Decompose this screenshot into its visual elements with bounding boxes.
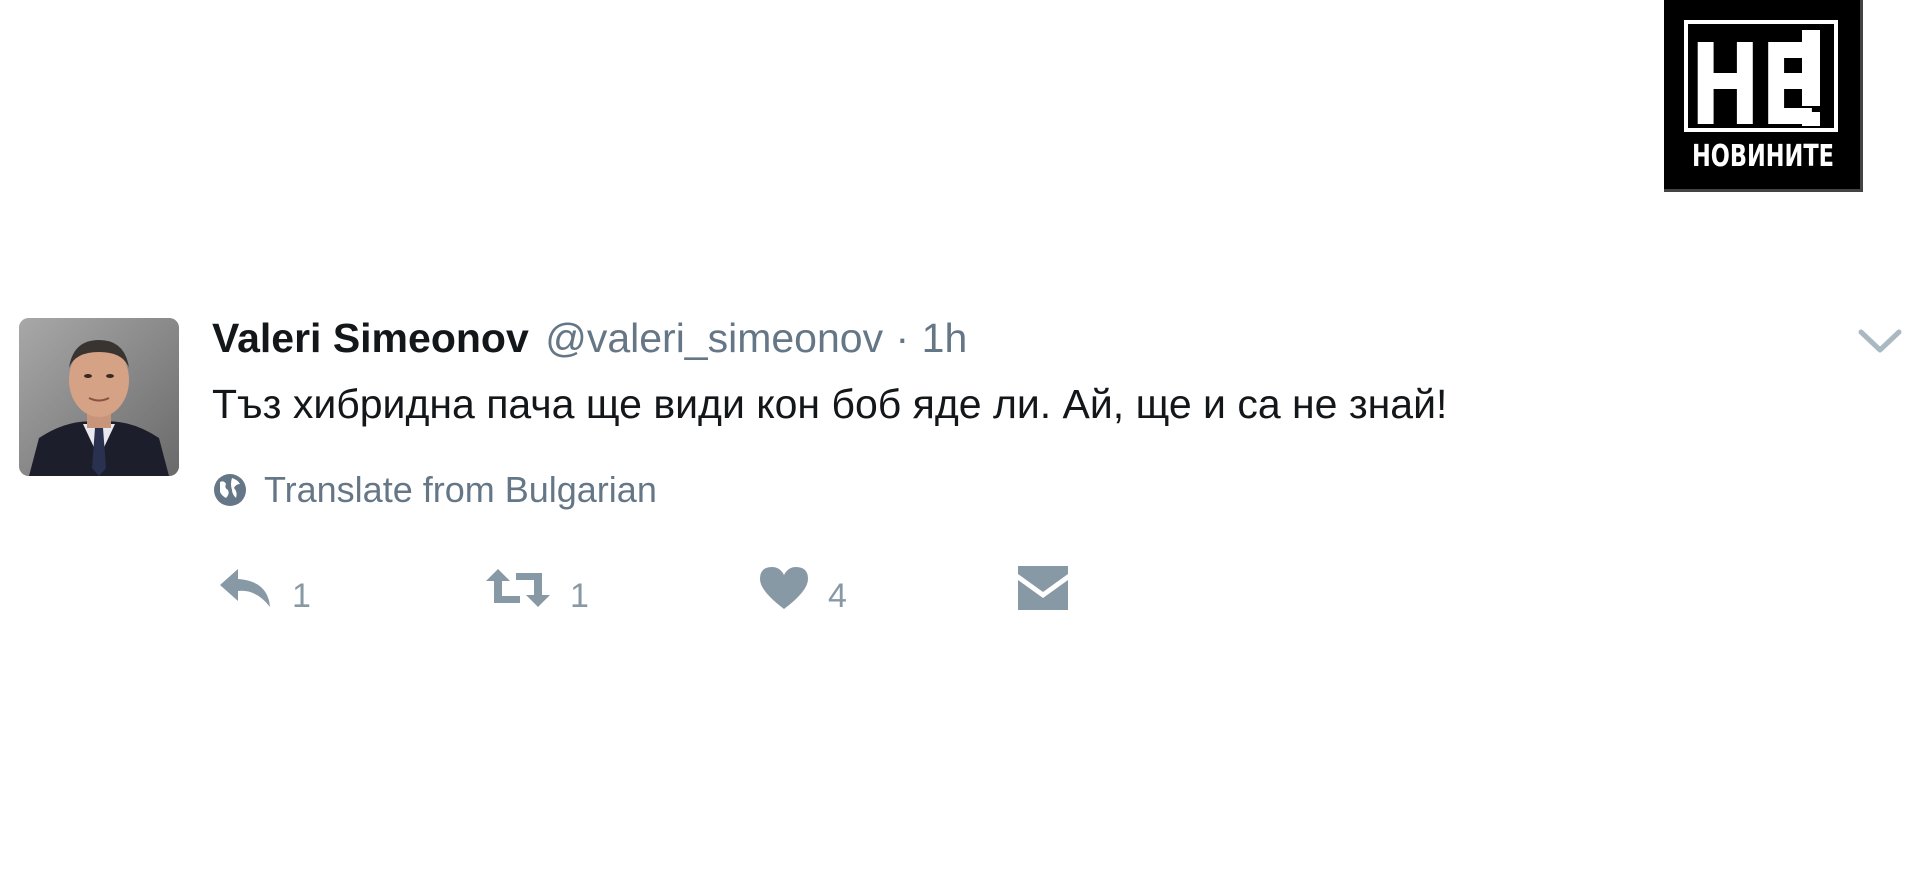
timestamp[interactable]: 1h [922,315,968,361]
separator: · [895,315,910,361]
direct-message-button[interactable] [1016,560,1070,620]
reply-icon [216,565,274,616]
reply-count: 1 [292,576,311,615]
user-handle[interactable]: @valeri_simeonov [545,315,883,361]
retweet-icon [484,565,552,616]
envelope-icon [1016,564,1070,617]
tweet-header: Valeri Simeonov @valeri_simeonov · 1h [212,308,967,368]
tweet-text: Тъз хибридна пача ще види кон боб яде ли… [212,381,1448,427]
translate-link[interactable]: Translate from Bulgarian [212,465,657,515]
chevron-down-icon[interactable] [1857,322,1903,358]
page: НЕ НОВИНИТЕ Valeri Simeonov @valeri_sime… [0,0,1920,896]
translate-label: Translate from Bulgarian [264,469,657,510]
avatar[interactable] [19,318,179,476]
heart-icon [758,565,810,616]
globe-icon [212,472,248,508]
display-name[interactable]: Valeri Simeonov [212,315,529,361]
reply-button[interactable]: 1 [216,560,311,620]
like-count: 4 [828,576,847,615]
retweet-button[interactable]: 1 [484,560,589,620]
like-button[interactable]: 4 [758,560,847,620]
tweet: Valeri Simeonov @valeri_simeonov · 1h Тъ… [0,0,1920,896]
retweet-count: 1 [570,576,589,615]
